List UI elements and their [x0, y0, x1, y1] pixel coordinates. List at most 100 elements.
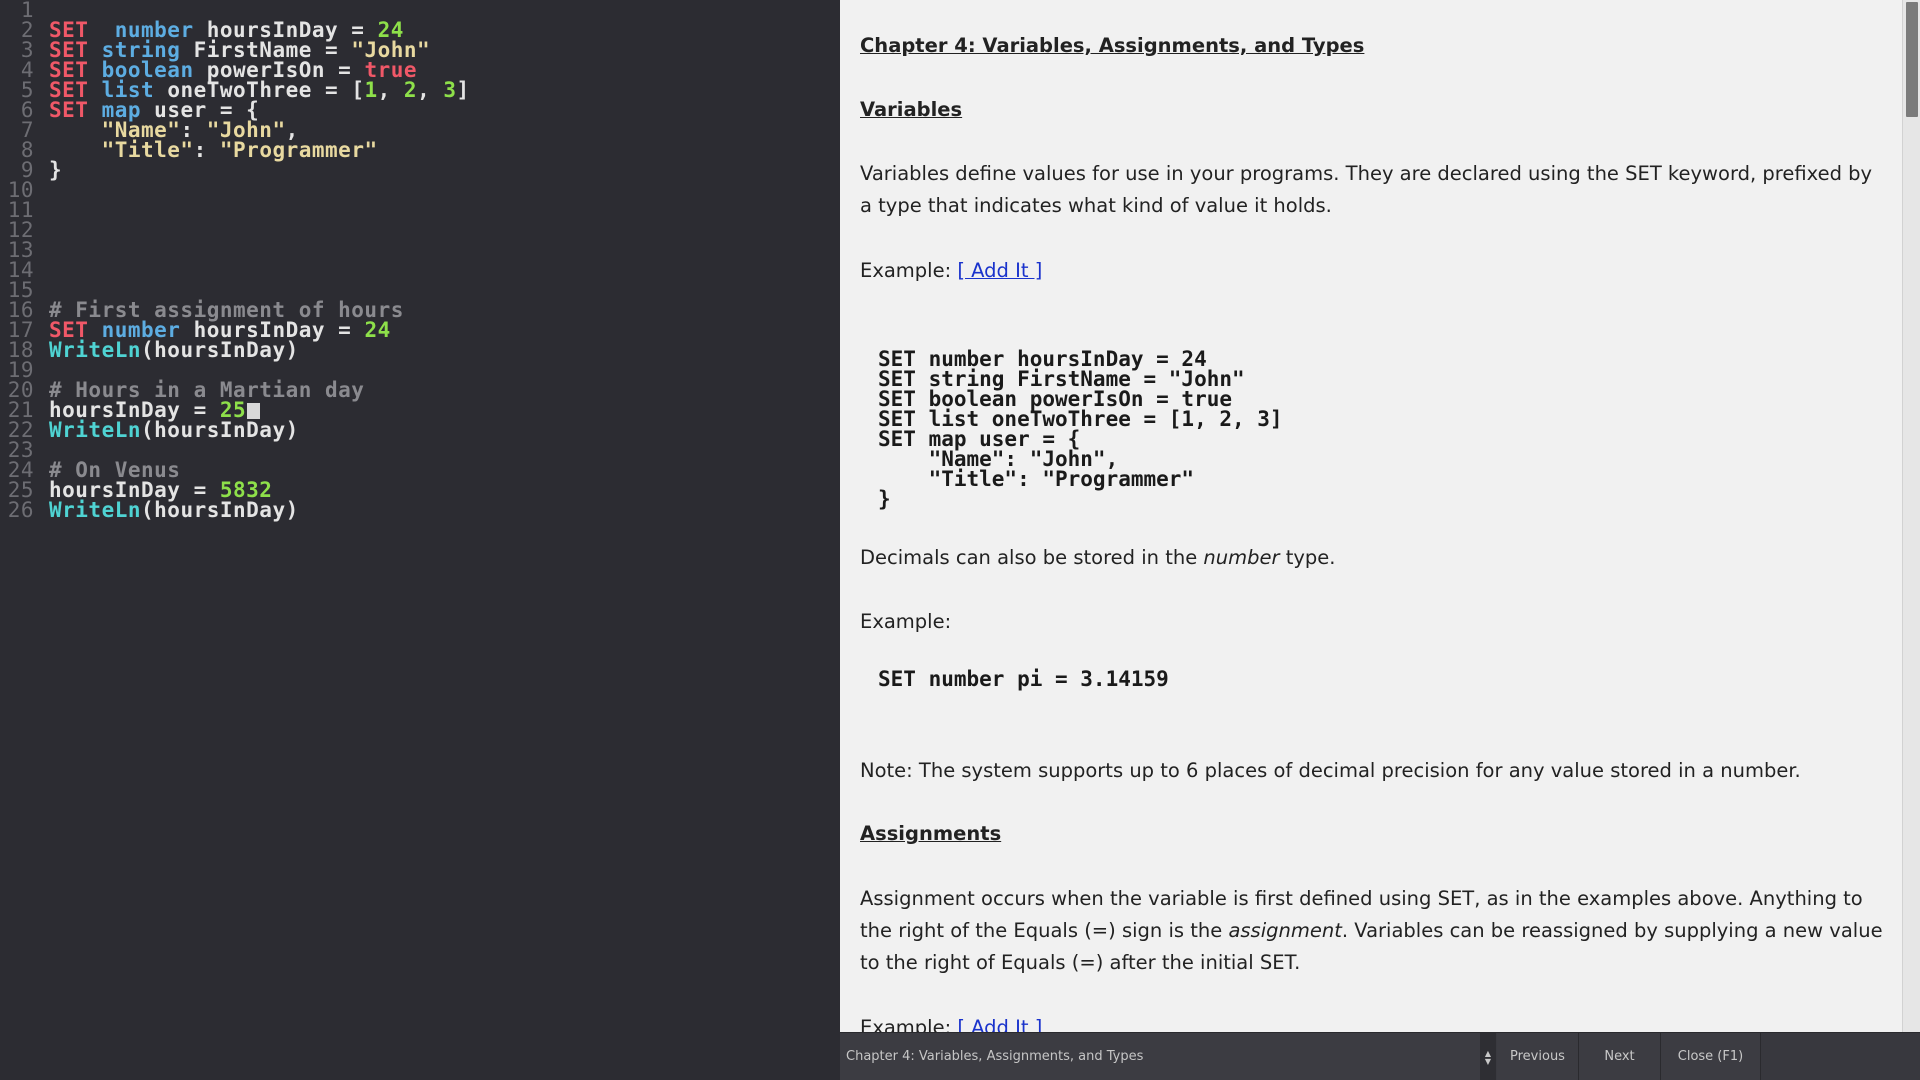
add-it-link-2[interactable]: [ Add It ]	[957, 1016, 1042, 1032]
line-number: 17	[0, 320, 34, 340]
line-number: 16	[0, 300, 34, 320]
code-text[interactable]: # Hours in a Martian day	[49, 380, 364, 400]
example-code-block-1: SET number hoursInDay = 24 SET string Fi…	[878, 349, 1902, 509]
code-text[interactable]: WriteLn(hoursInDay)	[49, 500, 299, 520]
line-number: 25	[0, 480, 34, 500]
line-number: 15	[0, 280, 34, 300]
code-line[interactable]: 2 SET number hoursInDay = 24	[0, 20, 840, 40]
example-label-3: Example:	[860, 1016, 951, 1032]
code-line[interactable]: 7 "Name": "John",	[0, 120, 840, 140]
next-button[interactable]: Next	[1579, 1033, 1661, 1080]
code-text[interactable]: SET list oneTwoThree = [1, 2, 3]	[49, 80, 470, 100]
code-line[interactable]: 17 SET number hoursInDay = 24	[0, 320, 840, 340]
assignments-paragraph: Assignment occurs when the variable is f…	[860, 883, 1890, 979]
number-emphasis: number	[1203, 546, 1279, 569]
line-number: 21	[0, 400, 34, 420]
code-text[interactable]: WriteLn(hoursInDay)	[49, 420, 299, 440]
line-number: 10	[0, 180, 34, 200]
help-navigation-bar: Chapter 4: Variables, Assignments, and T…	[840, 1032, 1920, 1080]
line-number: 3	[0, 40, 34, 60]
code-text[interactable]: # First assignment of hours	[49, 300, 404, 320]
line-number: 1	[0, 0, 34, 20]
code-text[interactable]: }	[49, 160, 62, 180]
line-number: 4	[0, 60, 34, 80]
code-text[interactable]: SET boolean powerIsOn = true	[49, 60, 417, 80]
line-number: 7	[0, 120, 34, 140]
code-editor[interactable]: 12 SET number hoursInDay = 24 3 SET string …	[0, 0, 840, 1080]
code-line[interactable]: 16 # First assignment of hours	[0, 300, 840, 320]
code-line[interactable]: 13	[0, 240, 840, 260]
code-text[interactable]: hoursInDay = 5832	[49, 480, 272, 500]
line-number: 12	[0, 220, 34, 240]
code-text[interactable]: "Title": "Programmer"	[49, 140, 378, 160]
variables-paragraph: Variables define values for use in your …	[860, 158, 1890, 222]
example-line-3: Example: [ Add It ]	[860, 1012, 1890, 1032]
docs-scrollbar[interactable]	[1902, 0, 1920, 1032]
code-line[interactable]: 3 SET string FirstName = "John"	[0, 40, 840, 60]
code-line[interactable]: 18 WriteLn(hoursInDay)	[0, 340, 840, 360]
code-line[interactable]: 20 # Hours in a Martian day	[0, 380, 840, 400]
code-text[interactable]: # On Venus	[49, 460, 180, 480]
previous-button[interactable]: Previous	[1497, 1033, 1579, 1080]
code-line[interactable]: 19	[0, 360, 840, 380]
line-number: 19	[0, 360, 34, 380]
docs-scrollbar-thumb[interactable]	[1906, 2, 1918, 117]
chapter-title: Chapter 4: Variables, Assignments, and T…	[860, 34, 1890, 57]
code-line[interactable]: 14	[0, 260, 840, 280]
example-code-block-2: SET number pi = 3.14159	[878, 669, 1902, 689]
code-line[interactable]: 8 "Title": "Programmer"	[0, 140, 840, 160]
code-line[interactable]: 9}	[0, 160, 840, 180]
bottom-bar-filler	[1761, 1033, 1920, 1080]
line-number: 5	[0, 80, 34, 100]
code-line[interactable]: 1	[0, 0, 840, 20]
code-line[interactable]: 6 SET map user = {	[0, 100, 840, 120]
line-number: 2	[0, 20, 34, 40]
code-text[interactable]: SET number hoursInDay = 24	[49, 320, 391, 340]
line-number: 14	[0, 260, 34, 280]
code-line[interactable]: 15	[0, 280, 840, 300]
assignments-heading: Assignments	[860, 822, 1890, 845]
chapter-select-arrows-icon[interactable]: ▲▼	[1480, 1033, 1496, 1080]
assignment-emphasis: assignment	[1228, 919, 1341, 942]
code-line[interactable]: 12	[0, 220, 840, 240]
code-line[interactable]: 26 WriteLn(hoursInDay)	[0, 500, 840, 520]
line-number: 9	[0, 160, 34, 180]
chapter-select[interactable]: Chapter 4: Variables, Assignments, and T…	[840, 1033, 1495, 1080]
note-paragraph: Note: The system supports up to 6 places…	[860, 755, 1890, 787]
line-number: 8	[0, 140, 34, 160]
example-label-2: Example:	[860, 606, 1890, 638]
line-number: 11	[0, 200, 34, 220]
decimals-paragraph: Decimals can also be stored in the numbe…	[860, 542, 1890, 574]
code-line[interactable]: 4 SET boolean powerIsOn = true	[0, 60, 840, 80]
code-text[interactable]: SET map user = {	[49, 100, 259, 120]
line-number: 26	[0, 500, 34, 520]
code-text[interactable]: "Name": "John",	[49, 120, 299, 140]
code-text[interactable]: WriteLn(hoursInDay)	[49, 340, 299, 360]
example-label: Example:	[860, 259, 951, 282]
line-number: 18	[0, 340, 34, 360]
code-line[interactable]: 22 WriteLn(hoursInDay)	[0, 420, 840, 440]
close-button[interactable]: Close (F1)	[1661, 1033, 1761, 1080]
example-line-1: Example: [ Add It ]	[860, 255, 1890, 287]
chapter-select-value: Chapter 4: Variables, Assignments, and T…	[846, 1049, 1143, 1064]
line-number: 13	[0, 240, 34, 260]
line-number: 23	[0, 440, 34, 460]
line-number: 6	[0, 100, 34, 120]
line-number: 22	[0, 420, 34, 440]
line-number: 24	[0, 460, 34, 480]
code-line[interactable]: 23	[0, 440, 840, 460]
help-document: Chapter 4: Variables, Assignments, and T…	[840, 0, 1902, 1032]
code-line[interactable]: 21 hoursInDay = 25	[0, 400, 840, 420]
text-cursor	[247, 403, 260, 419]
code-line[interactable]: 25 hoursInDay = 5832	[0, 480, 840, 500]
code-line[interactable]: 11	[0, 200, 840, 220]
code-text[interactable]: SET string FirstName = "John"	[49, 40, 430, 60]
code-line[interactable]: 10	[0, 180, 840, 200]
variables-heading: Variables	[860, 98, 1890, 121]
code-line[interactable]: 24 # On Venus	[0, 460, 840, 480]
code-line[interactable]: 5 SET list oneTwoThree = [1, 2, 3]	[0, 80, 840, 100]
code-text[interactable]: hoursInDay = 25	[49, 400, 260, 420]
add-it-link-1[interactable]: [ Add It ]	[957, 259, 1042, 282]
code-text[interactable]: SET number hoursInDay = 24	[49, 20, 404, 40]
line-number: 20	[0, 380, 34, 400]
